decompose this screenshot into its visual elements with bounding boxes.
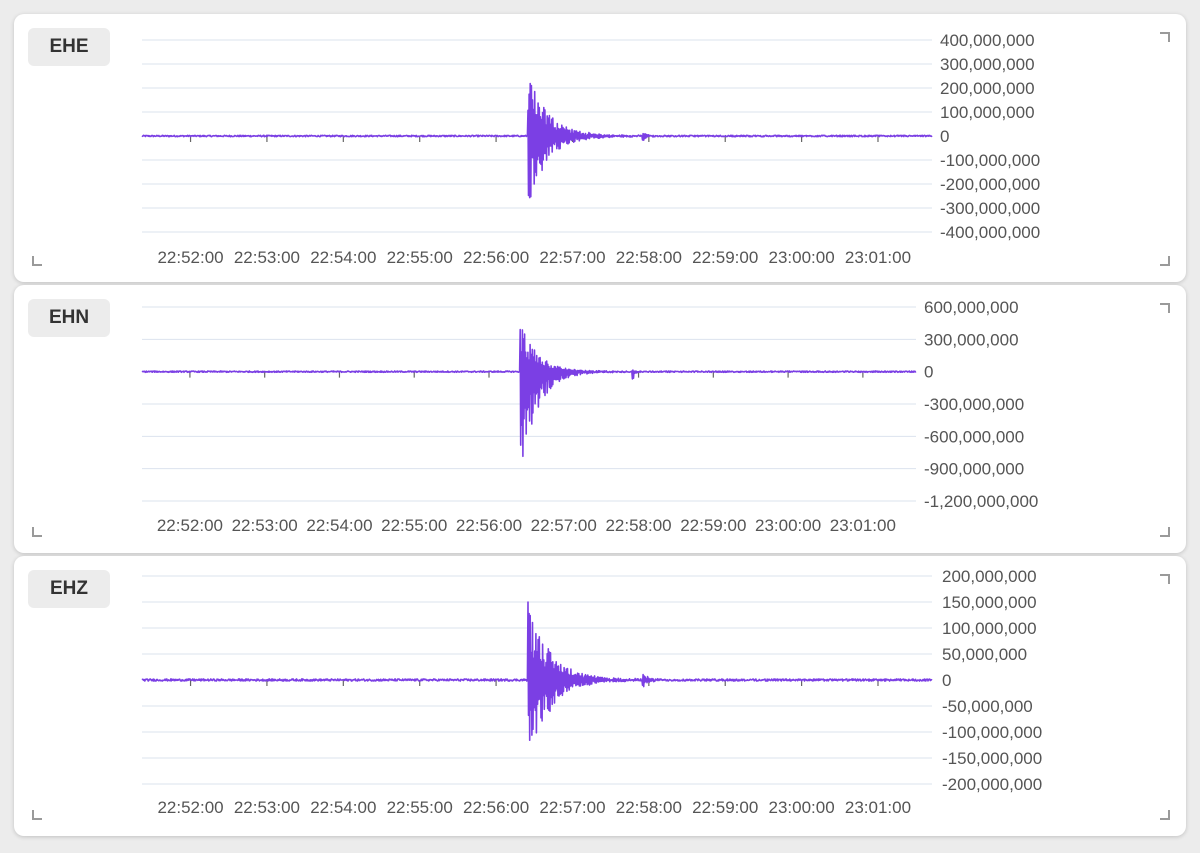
x-tick-label: 22:57:00 [539,248,605,267]
x-tick-label: 23:01:00 [830,516,896,535]
x-tick-label: 22:58:00 [616,248,682,267]
y-tick-label: -150,000,000 [942,749,1042,768]
waveform-line [141,601,933,741]
x-tick-label: 22:59:00 [692,248,758,267]
y-tick-label: 0 [940,127,949,146]
y-tick-label: 100,000,000 [940,103,1035,122]
resize-corner-icon[interactable] [1160,303,1170,313]
y-tick-label: -300,000,000 [940,199,1040,218]
y-tick-label: 150,000,000 [942,593,1037,612]
x-tick-label: 22:58:00 [616,798,682,817]
resize-corner-icon[interactable] [1160,32,1170,42]
y-tick-label: 100,000,000 [942,619,1037,638]
y-tick-label: 400,000,000 [940,31,1035,50]
resize-corner-icon[interactable] [32,810,42,820]
x-tick-label: 23:01:00 [845,248,911,267]
x-tick-label: 22:57:00 [531,516,597,535]
waveform-line [141,328,917,458]
x-tick-label: 22:54:00 [310,248,376,267]
x-tick-label: 22:52:00 [157,516,223,535]
y-tick-label: 0 [942,671,951,690]
x-tick-label: 22:59:00 [692,798,758,817]
channel-badge[interactable]: EHE [28,28,110,66]
x-tick-label: 23:01:00 [845,798,911,817]
x-tick-label: 22:55:00 [387,798,453,817]
resize-corner-icon[interactable] [1160,256,1170,266]
x-tick-label: 22:54:00 [306,516,372,535]
y-tick-label: -200,000,000 [942,775,1042,794]
chart-panel-ehe: 400,000,000 300,000,000 200,000,000 100,000… [14,14,1186,282]
x-tick-label: 22:52:00 [157,248,223,267]
x-tick-label: 22:53:00 [234,798,300,817]
y-tick-label: -100,000,000 [942,723,1042,742]
waveform-line [141,82,933,199]
y-tick-label: -400,000,000 [940,223,1040,242]
chart-panel-ehz: 200,000,000 150,000,000 100,000,000 50,000,… [14,556,1186,836]
x-tick-label: 22:55:00 [387,248,453,267]
y-tick-label: 600,000,000 [924,298,1019,317]
y-tick-label: -300,000,000 [924,395,1024,414]
x-tick-label: 23:00:00 [769,798,835,817]
seismogram-chart: 200,000,000 150,000,000 100,000,000 50,000,… [141,567,1042,817]
seismogram-chart: 600,000,000 300,000,000 0 -300,000,000 -600,… [141,298,1038,535]
y-tick-label: 50,000,000 [942,645,1027,664]
y-tick-label: 200,000,000 [942,567,1037,586]
x-tick-label: 22:53:00 [232,516,298,535]
y-tick-label: 300,000,000 [940,55,1035,74]
x-tick-label: 22:58:00 [605,516,671,535]
y-tick-label: -50,000,000 [942,697,1033,716]
resize-corner-icon[interactable] [1160,574,1170,584]
y-tick-label: -900,000,000 [924,460,1024,479]
x-tick-label: 22:57:00 [539,798,605,817]
x-tick-label: 22:59:00 [680,516,746,535]
resize-corner-icon[interactable] [1160,527,1170,537]
x-tick-label: 22:53:00 [234,248,300,267]
chart-panel-ehn: 600,000,000 300,000,000 0 -300,000,000 -600,… [14,285,1186,553]
x-tick-label: 22:56:00 [456,516,522,535]
y-tick-label: 200,000,000 [940,79,1035,98]
resize-corner-icon[interactable] [1160,810,1170,820]
x-tick-label: 23:00:00 [755,516,821,535]
y-tick-label: 0 [924,363,933,382]
x-tick-label: 23:00:00 [769,248,835,267]
y-tick-label: -200,000,000 [940,175,1040,194]
y-tick-label: -1,200,000,000 [924,492,1038,511]
x-tick-label: 22:52:00 [157,798,223,817]
x-tick-label: 22:54:00 [310,798,376,817]
x-tick-label: 22:56:00 [463,798,529,817]
y-tick-label: -100,000,000 [940,151,1040,170]
x-tick-label: 22:56:00 [463,248,529,267]
y-tick-label: -600,000,000 [924,427,1024,446]
x-tick-label: 22:55:00 [381,516,447,535]
y-tick-label: 300,000,000 [924,330,1019,349]
seismogram-chart: 400,000,000 300,000,000 200,000,000 100,000… [141,31,1040,267]
resize-corner-icon[interactable] [32,256,42,266]
resize-corner-icon[interactable] [32,527,42,537]
channel-badge[interactable]: EHZ [28,570,110,608]
channel-badge[interactable]: EHN [28,299,110,337]
